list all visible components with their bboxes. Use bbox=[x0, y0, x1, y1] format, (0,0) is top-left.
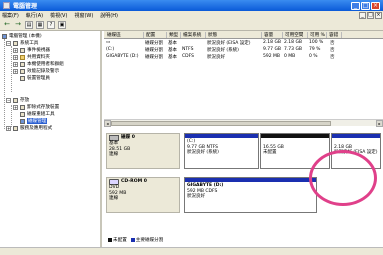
partition-c[interactable]: (C:) 9.77 GB NTFS 狀況良好 (系統) bbox=[184, 133, 259, 169]
volume-icon: ▭ bbox=[106, 40, 111, 45]
unallocated-swatch bbox=[108, 238, 112, 242]
mdi-restore-button[interactable]: □ bbox=[367, 12, 374, 19]
table-row[interactable]: ▭ 磁碟分割 基本 狀況良好 (EISA 設定) 2.18 GB 2.18 GB… bbox=[104, 39, 383, 46]
expand-icon[interactable]: + bbox=[13, 104, 18, 110]
tree-item-removable-storage[interactable]: + 卸除式存放裝置 bbox=[13, 104, 59, 110]
tree-line bbox=[11, 105, 12, 127]
col-capacity[interactable]: 容量 bbox=[263, 32, 283, 38]
storage-icon bbox=[13, 97, 18, 103]
mdi-controls: _ □ × bbox=[359, 12, 383, 19]
primary-partition-bar bbox=[185, 134, 258, 138]
col-free-space[interactable]: 可用空間 bbox=[284, 32, 308, 38]
shared-folder-icon bbox=[20, 54, 25, 60]
tree-item-shared-folders[interactable]: + 共用資料夾 bbox=[13, 54, 50, 60]
computer-icon bbox=[2, 33, 7, 39]
tools-icon bbox=[13, 40, 18, 46]
expand-icon[interactable]: + bbox=[13, 61, 18, 67]
tree-item-performance-logs[interactable]: + 效能記錄及警示 bbox=[13, 68, 59, 74]
defrag-icon bbox=[20, 111, 25, 117]
disk-0-label[interactable]: 磁碟 0 基本 28.51 GB 連線 bbox=[106, 133, 180, 169]
volume-list: 磁碟區 配置 類型 檔案系統 狀態 容量 可用空間 可用 % 容錯 ▭ 磁碟分割… bbox=[104, 31, 383, 119]
computer-management-icon bbox=[3, 2, 10, 9]
menu-view[interactable]: 檢視(V) bbox=[50, 12, 67, 19]
legend: 未配置 主要磁碟分割 bbox=[108, 237, 163, 243]
col-fault-tolerance[interactable]: 容錯 bbox=[328, 32, 342, 38]
menu-window[interactable]: 視窗(W) bbox=[74, 12, 93, 19]
users-icon bbox=[20, 61, 25, 67]
table-row[interactable]: GIGABYTE (D:) 磁碟分割 基本 CDFS 狀況良好 592 MB 0… bbox=[104, 53, 383, 60]
title-bar: 電腦管理 _ □ × bbox=[0, 0, 383, 11]
mdi-minimize-button[interactable]: _ bbox=[359, 12, 366, 19]
menu-help[interactable]: 說明(H) bbox=[100, 12, 118, 19]
menu-action[interactable]: 執行(A) bbox=[26, 12, 43, 19]
collapse-icon[interactable]: − bbox=[6, 97, 11, 103]
expand-icon[interactable]: + bbox=[13, 54, 18, 60]
highlight-circle-annotation bbox=[309, 150, 377, 206]
maximize-button[interactable]: □ bbox=[361, 1, 370, 10]
horizontal-scrollbar[interactable]: ◂ ▸ bbox=[104, 119, 383, 127]
cdrom-0-label[interactable]: CD-ROM 0 DVD 592 MB 連線 bbox=[106, 177, 180, 213]
tree-line bbox=[4, 39, 5, 129]
collapse-icon[interactable]: − bbox=[6, 40, 11, 46]
primary-swatch bbox=[130, 238, 135, 242]
removable-storage-icon bbox=[20, 104, 25, 110]
partition-d[interactable]: GIGABYTE (D:) 592 MB CDFS 狀況良好 bbox=[184, 177, 317, 213]
disk-management-icon bbox=[20, 118, 25, 124]
event-viewer-icon bbox=[20, 47, 25, 53]
menu-bar: 檔案(F) 執行(A) 檢視(V) 視窗(W) 說明(H) _ □ × bbox=[0, 11, 383, 20]
col-volume[interactable]: 磁碟區 bbox=[106, 32, 144, 38]
close-button[interactable]: × bbox=[371, 1, 380, 10]
tree-item-device-manager[interactable]: 裝置管理員 bbox=[20, 75, 50, 81]
col-layout[interactable]: 配置 bbox=[145, 32, 167, 38]
view-icon[interactable]: ▣ bbox=[58, 21, 66, 29]
back-icon[interactable]: ← bbox=[3, 21, 11, 29]
primary-partition-bar bbox=[185, 178, 316, 182]
table-row[interactable]: (C:) 磁碟分割 基本 NTFS 狀況良好 (系統) 9.77 GB 7.73… bbox=[104, 46, 383, 53]
scroll-left-icon[interactable]: ◂ bbox=[104, 120, 111, 127]
volume-list-header: 磁碟區 配置 類型 檔案系統 狀態 容量 可用空間 可用 % 容錯 bbox=[104, 31, 383, 39]
scroll-thumb[interactable] bbox=[111, 121, 331, 126]
expand-icon[interactable]: + bbox=[13, 68, 18, 74]
device-manager-icon bbox=[20, 75, 25, 81]
col-filesystem[interactable]: 檔案系統 bbox=[182, 32, 206, 38]
properties-icon[interactable]: ▦ bbox=[36, 21, 44, 29]
tree-system-tools[interactable]: − 系統工具 bbox=[6, 40, 38, 46]
tree-item-defragmenter[interactable]: 磁碟重組工具 bbox=[20, 111, 55, 117]
toolbar: ← → ▤ ▦ ? ▣ bbox=[0, 20, 383, 31]
tree-line bbox=[11, 46, 12, 92]
services-icon bbox=[13, 125, 18, 131]
status-bar bbox=[0, 247, 383, 255]
performance-icon bbox=[20, 68, 25, 74]
menu-file[interactable]: 檔案(F) bbox=[2, 12, 19, 19]
tree-services[interactable]: + 服務及應用程式 bbox=[6, 125, 52, 131]
forward-icon[interactable]: → bbox=[14, 21, 22, 29]
scroll-right-icon[interactable]: ▸ bbox=[376, 120, 383, 127]
mdi-close-button[interactable]: × bbox=[375, 12, 382, 19]
tree-item-local-users[interactable]: + 本機使用者和群組 bbox=[13, 61, 64, 67]
col-percent-free[interactable]: 可用 % bbox=[309, 32, 327, 38]
window-title: 電腦管理 bbox=[13, 3, 38, 10]
expand-icon[interactable]: + bbox=[13, 47, 18, 53]
console-tree: 電腦管理 (本機) − 系統工具 + 事件檢視器 + 共用資料夾 + 本機使用者… bbox=[0, 31, 102, 247]
minimize-button[interactable]: _ bbox=[351, 1, 360, 10]
primary-partition-bar bbox=[332, 134, 380, 138]
show-hide-tree-icon[interactable]: ▤ bbox=[25, 21, 33, 29]
col-type[interactable]: 類型 bbox=[168, 32, 181, 38]
unallocated-bar bbox=[261, 134, 329, 138]
tree-storage[interactable]: − 存放 bbox=[6, 97, 29, 103]
tree-item-disk-management[interactable]: 磁碟管理 bbox=[20, 118, 48, 124]
col-status[interactable]: 狀態 bbox=[207, 32, 262, 38]
tree-item-event-viewer[interactable]: + 事件檢視器 bbox=[13, 47, 50, 53]
tree-root[interactable]: 電腦管理 (本機) bbox=[2, 33, 42, 39]
expand-icon[interactable]: + bbox=[6, 125, 11, 131]
help-icon[interactable]: ? bbox=[47, 21, 55, 29]
